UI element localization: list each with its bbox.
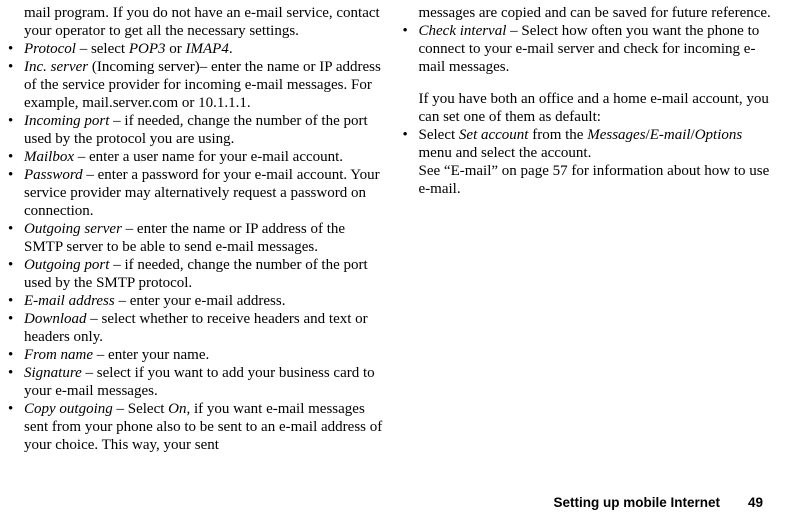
on-value: On — [168, 401, 186, 417]
menu-messages: Messages — [587, 127, 645, 143]
item-email-address: E-mail address – enter your e-mail addre… — [6, 292, 383, 310]
item-from-name: From name – enter your name. — [6, 346, 383, 364]
item-download: Download – select whether to receive hea… — [6, 310, 383, 346]
two-column-layout: mail program. If you do not have an e-ma… — [0, 0, 785, 454]
term-from-name: From name — [24, 347, 93, 363]
set-account: Set account — [459, 127, 529, 143]
see-email: See “E-mail” on page 57 for information … — [419, 163, 770, 197]
imap4: IMAP4 — [186, 41, 229, 57]
right-bullet-list: messages are copied and can be saved for… — [401, 4, 778, 198]
item-check-interval: Check interval – Select how often you wa… — [401, 22, 778, 76]
term-download: Download — [24, 311, 87, 327]
term-mailbox: Mailbox — [24, 149, 74, 165]
default-account-paragraph: If you have both an office and a home e-… — [401, 90, 778, 126]
pop3: POP3 — [129, 41, 166, 57]
manual-page: mail program. If you do not have an e-ma… — [0, 0, 785, 523]
item-outgoing-server: Outgoing server – enter the name or IP a… — [6, 220, 383, 256]
right-column: messages are copied and can be saved for… — [401, 4, 778, 454]
t7: – enter your e-mail address. — [115, 293, 286, 309]
sel-post: menu and select the account. — [419, 145, 592, 161]
t9: – enter your name. — [93, 347, 209, 363]
term-protocol: Protocol — [24, 41, 76, 57]
item-password: Password – enter a password for your e-m… — [6, 166, 383, 220]
item-select-set-account: Select Set account from the Messages/E-m… — [401, 126, 778, 198]
menu-email: E-mail — [650, 127, 691, 143]
term-inc-server: Inc. server — [24, 59, 88, 75]
t0a: – select — [76, 41, 129, 57]
footer-page-number: 49 — [748, 495, 763, 510]
term-copy-outgoing: Copy outgoing — [24, 401, 113, 417]
item-signature: Signature – select if you want to add yo… — [6, 364, 383, 400]
term-incoming-port: Incoming port — [24, 113, 109, 129]
blank-gap — [401, 76, 778, 90]
intro-continuation: mail program. If you do not have an e-ma… — [6, 4, 383, 40]
item-outgoing-port: Outgoing port – if needed, change the nu… — [6, 256, 383, 292]
left-bullet-list: mail program. If you do not have an e-ma… — [6, 4, 383, 454]
item-copy-outgoing: Copy outgoing – Select On, if you want e… — [6, 400, 383, 454]
item-mailbox: Mailbox – enter a user name for your e-m… — [6, 148, 383, 166]
term-check-interval: Check interval — [419, 23, 507, 39]
page-footer: Setting up mobile Internet 49 — [553, 495, 763, 511]
sel-pre: Select — [419, 127, 459, 143]
term-outgoing-port: Outgoing port — [24, 257, 109, 273]
item-protocol: Protocol – select POP3 or IMAP4. — [6, 40, 383, 58]
t3: – enter a user name for your e-mail acco… — [74, 149, 343, 165]
t0c: . — [229, 41, 233, 57]
term-outgoing-server: Outgoing server — [24, 221, 122, 237]
t11a: – Select — [113, 401, 168, 417]
term-signature: Signature — [24, 365, 82, 381]
para2: If you have both an office and a home e-… — [419, 91, 769, 125]
cont1: messages are copied and can be saved for… — [419, 5, 771, 21]
term-password: Password — [24, 167, 83, 183]
intro-text: mail program. If you do not have an e-ma… — [24, 5, 380, 39]
term-email-address: E-mail address — [24, 293, 115, 309]
copy-outgoing-continuation: messages are copied and can be saved for… — [401, 4, 778, 22]
item-inc-server: Inc. server (Incoming server)– enter the… — [6, 58, 383, 112]
menu-options: Options — [695, 127, 743, 143]
item-incoming-port: Incoming port – if needed, change the nu… — [6, 112, 383, 148]
left-column: mail program. If you do not have an e-ma… — [6, 4, 383, 454]
footer-section-title: Setting up mobile Internet — [553, 495, 720, 510]
t0b: or — [166, 41, 186, 57]
sel-mid: from the — [528, 127, 587, 143]
